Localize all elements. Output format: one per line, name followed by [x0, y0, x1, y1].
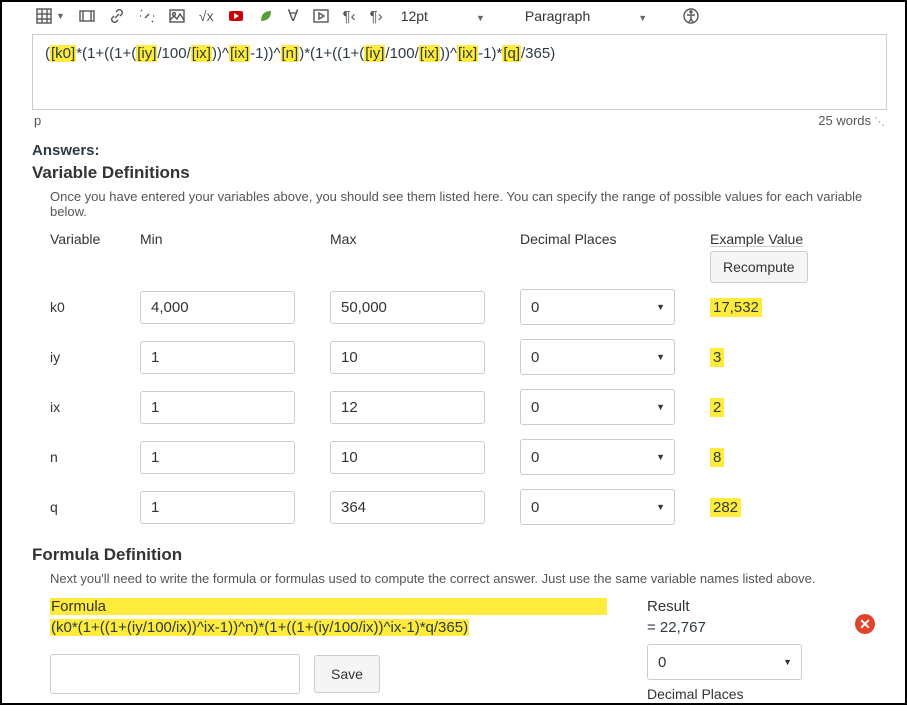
equation-icon[interactable]: √x: [199, 8, 214, 24]
new-formula-input[interactable]: [50, 654, 300, 694]
formula-expression: ([k0]*(1+((1+([iy]/100/[ix]))^[ix]-1))^[…: [45, 45, 555, 62]
example-value: 282: [710, 498, 741, 517]
min-input[interactable]: [140, 341, 295, 374]
youtube-icon[interactable]: [228, 8, 244, 24]
example-value: 8: [710, 448, 724, 467]
decimal-select[interactable]: 0: [520, 489, 675, 525]
min-input[interactable]: [140, 441, 295, 474]
variable-row-n: n 0 8: [50, 439, 887, 475]
max-input[interactable]: [330, 341, 485, 374]
media-icon[interactable]: [79, 8, 95, 24]
max-input[interactable]: [330, 391, 485, 424]
formula-label: Formula: [50, 598, 607, 615]
decimal-select[interactable]: 0: [520, 339, 675, 375]
result-label: Result: [647, 598, 887, 615]
answers-label: Answers:: [32, 142, 887, 159]
play-icon[interactable]: [313, 8, 329, 24]
variable-row-q: q 0 282: [50, 489, 887, 525]
recompute-button[interactable]: Recompute: [710, 251, 808, 283]
decimal-places-label: Decimal Places: [647, 686, 887, 702]
variable-row-ix: ix 0 2: [50, 389, 887, 425]
table-icon[interactable]: ▼: [36, 8, 65, 24]
ltr-icon[interactable]: ¶‹: [343, 8, 356, 25]
variable-definitions-title: Variable Definitions: [32, 163, 887, 183]
decimal-select[interactable]: 0: [520, 289, 675, 325]
max-input[interactable]: [330, 441, 485, 474]
rtl-icon[interactable]: ¶›: [370, 8, 383, 25]
variable-name: q: [50, 499, 140, 515]
variable-table-header: Variable Min Max Decimal Places Example …: [50, 231, 887, 283]
min-input[interactable]: [140, 491, 295, 524]
formula-definition-title: Formula Definition: [32, 545, 887, 565]
arrow-icon[interactable]: ∀: [288, 6, 299, 26]
accessibility-icon[interactable]: [683, 8, 699, 24]
example-value: 3: [710, 348, 724, 367]
word-count: 25 words: [818, 113, 885, 128]
max-input[interactable]: [330, 491, 485, 524]
variable-name: n: [50, 449, 140, 465]
editor-toolbar: ▼ √x ∀ ¶‹ ¶› 12pt▼ Paragraph▼: [32, 6, 887, 32]
editor-path: p: [34, 113, 41, 128]
font-size-select[interactable]: 12pt▼: [397, 8, 507, 24]
decimal-select[interactable]: 0: [520, 389, 675, 425]
variable-definitions-hint: Once you have entered your variables abo…: [50, 189, 887, 219]
result-decimal-select[interactable]: 0: [647, 644, 802, 680]
min-input[interactable]: [140, 291, 295, 324]
save-button[interactable]: Save: [314, 655, 380, 693]
leaf-icon[interactable]: [258, 8, 274, 24]
variable-name: iy: [50, 349, 140, 365]
formula-definition-hint: Next you'll need to write the formula or…: [50, 571, 887, 586]
block-format-select[interactable]: Paragraph▼: [521, 8, 669, 24]
decimal-select[interactable]: 0: [520, 439, 675, 475]
rich-text-editor[interactable]: ([k0]*(1+((1+([iy]/100/[ix]))^[ix]-1))^[…: [32, 34, 887, 110]
image-icon[interactable]: [169, 8, 185, 24]
example-value: 17,532: [710, 298, 762, 317]
unlink-icon[interactable]: [139, 8, 155, 24]
variable-name: ix: [50, 399, 140, 415]
example-value: 2: [710, 398, 724, 417]
variable-row-iy: iy 0 3: [50, 339, 887, 375]
formula-text: (k0*(1+((1+(iy/100/ix))^ix-1))^n)*(1+((1…: [50, 619, 469, 636]
result-value: = 22,767: [647, 619, 887, 636]
delete-formula-button[interactable]: ✕: [855, 614, 875, 634]
max-input[interactable]: [330, 291, 485, 324]
variable-row-k0: k0 0 17,532: [50, 289, 887, 325]
link-icon[interactable]: [109, 8, 125, 24]
variable-name: k0: [50, 299, 140, 315]
min-input[interactable]: [140, 391, 295, 424]
